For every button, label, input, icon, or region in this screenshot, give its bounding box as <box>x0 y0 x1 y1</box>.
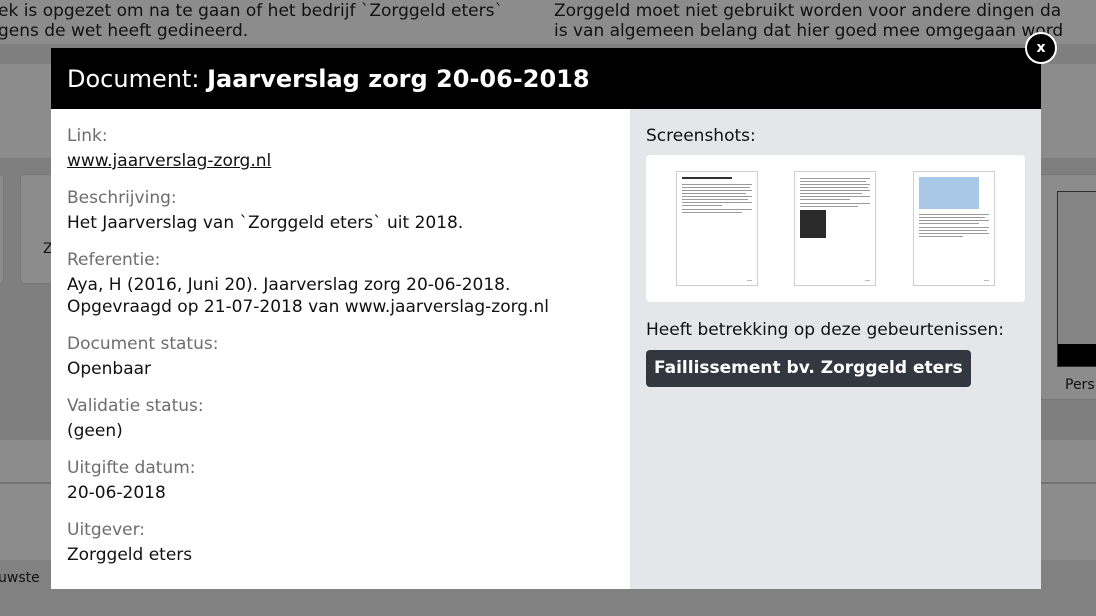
field-label-validation-status: Validatie status: <box>67 396 204 416</box>
field-label-publisher: Uitgever: <box>67 520 146 540</box>
screenshots-gallery <box>646 155 1025 302</box>
field-value-description: Het Jaarverslag van `Zorggeld eters` uit… <box>67 213 464 233</box>
field-document-status: Document status: Openbaar <box>67 333 614 380</box>
field-description: Beschrijving: Het Jaarverslag van `Zorgg… <box>67 187 614 234</box>
field-value-reference: Aya, H (2016, Juni 20). Jaarverslag zorg… <box>67 275 511 295</box>
field-issue-date: Uitgifte datum: 20-06-2018 <box>67 457 614 504</box>
field-validation-status: Validatie status: (geen) <box>67 395 614 442</box>
field-label-reference: Referentie: <box>67 250 161 270</box>
modal-body: Link: www.jaarverslag-zorg.nl Beschrijvi… <box>51 109 1041 589</box>
field-label-document-status: Document status: <box>67 334 219 354</box>
document-link[interactable]: www.jaarverslag-zorg.nl <box>67 151 271 171</box>
document-side-panel: Screenshots: Heeft betrekking op deze ge… <box>630 109 1041 589</box>
field-publisher: Uitgever: Zorggeld eters <box>67 519 614 566</box>
field-link: Link: www.jaarverslag-zorg.nl <box>67 125 614 172</box>
screenshot-thumbnail-3[interactable] <box>912 171 995 286</box>
field-value-document-status: Openbaar <box>67 359 152 379</box>
modal-title: Document: Jaarverslag zorg 20-06-2018 <box>67 65 590 93</box>
field-value-issue-date: 20-06-2018 <box>67 483 166 503</box>
document-modal: Document: Jaarverslag zorg 20-06-2018 Li… <box>51 48 1041 589</box>
field-value-publisher: Zorggeld eters <box>67 545 193 565</box>
screenshots-label: Screenshots: <box>646 126 756 146</box>
document-name: Jaarverslag zorg 20-06-2018 <box>207 64 590 93</box>
modal-title-prefix: Document: <box>67 64 208 93</box>
screenshot-thumbnail-1[interactable] <box>676 171 759 286</box>
field-value-reference-line2: Opgevraagd op 21-07-2018 van www.jaarver… <box>67 297 549 317</box>
field-reference: Referentie: Aya, H (2016, Juni 20). Jaar… <box>67 249 614 318</box>
close-button[interactable]: x <box>1025 32 1057 64</box>
field-value-validation-status: (geen) <box>67 421 123 441</box>
field-label-link: Link: <box>67 126 108 146</box>
modal-header: Document: Jaarverslag zorg 20-06-2018 <box>51 48 1041 109</box>
field-label-issue-date: Uitgifte datum: <box>67 458 196 478</box>
field-label-description: Beschrijving: <box>67 188 177 208</box>
screenshot-thumbnail-2[interactable] <box>794 171 877 286</box>
event-button[interactable]: Faillissement bv. Zorggeld eters <box>646 350 971 387</box>
document-details: Link: www.jaarverslag-zorg.nl Beschrijvi… <box>51 109 630 589</box>
events-label: Heeft betrekking op deze gebeurtenissen: <box>646 320 1005 340</box>
